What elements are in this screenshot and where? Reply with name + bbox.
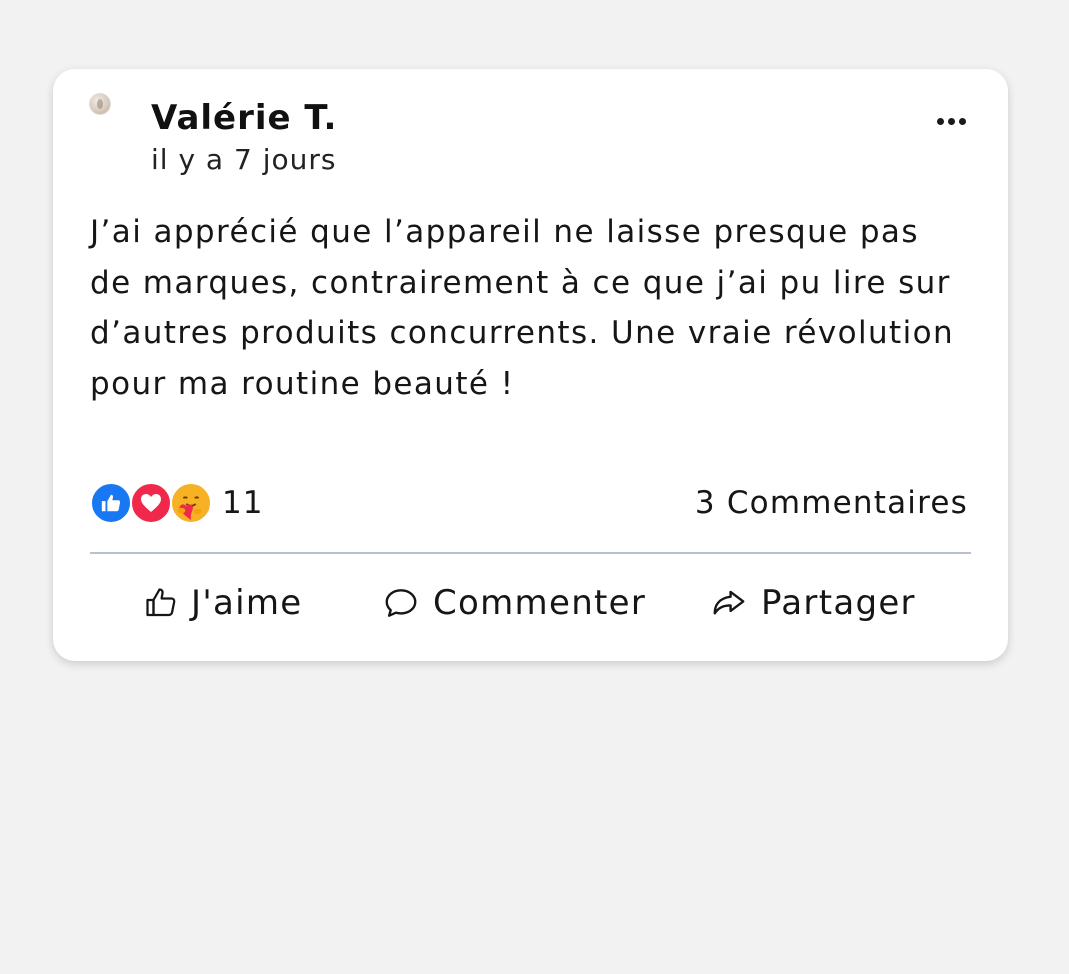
share-button-label: Partager <box>761 583 916 623</box>
comment-button[interactable]: Commenter <box>381 575 646 631</box>
care-reaction-icon <box>170 482 212 524</box>
author-name[interactable]: Valérie T. <box>151 97 337 139</box>
comments-count-link[interactable]: 3 Commentaires <box>695 481 968 525</box>
post-timestamp[interactable]: il y a 7 jours <box>151 143 336 177</box>
post-card: Valérie T. il y a 7 jours J’ai apprécié … <box>53 69 1008 661</box>
post-body: J’ai apprécié que l’appareil ne laisse p… <box>90 214 955 402</box>
thumbs-up-icon <box>146 588 176 617</box>
reactions-summary[interactable]: 11 <box>90 481 263 525</box>
speech-bubble-icon <box>385 589 417 617</box>
love-reaction-icon <box>130 482 172 524</box>
comment-button-label: Commenter <box>433 583 647 623</box>
like-reaction-icon <box>90 482 132 524</box>
reactions-count: 11 <box>222 485 264 521</box>
divider <box>90 552 971 554</box>
like-button-label: J'aime <box>191 583 303 623</box>
more-options-button[interactable] <box>931 109 971 133</box>
like-button[interactable]: J'aime <box>143 575 303 631</box>
avatar[interactable] <box>89 93 111 115</box>
share-button[interactable]: Partager <box>709 575 916 631</box>
share-arrow-icon <box>713 590 745 615</box>
